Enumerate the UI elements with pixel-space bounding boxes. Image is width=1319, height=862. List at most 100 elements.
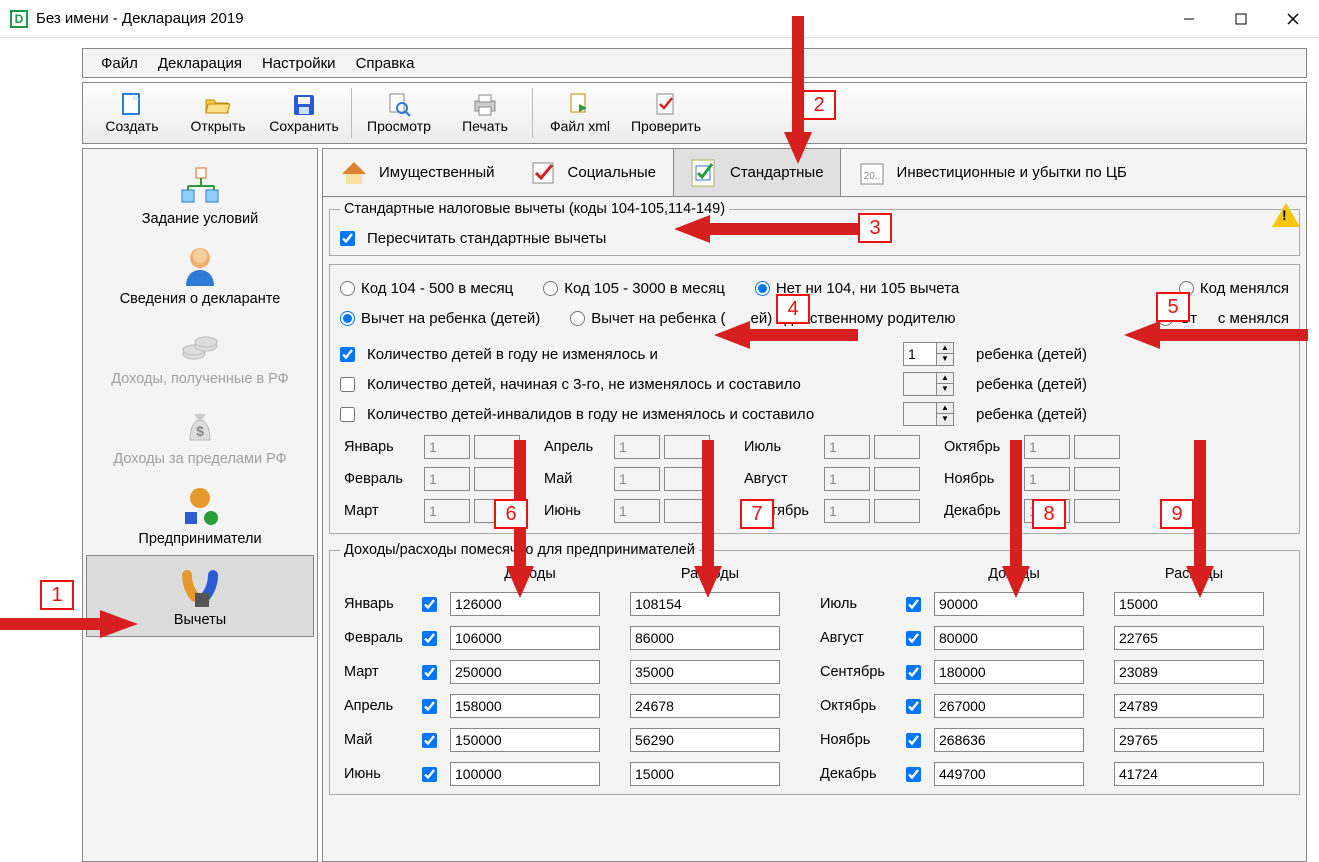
month-aug-in2[interactable]	[874, 467, 920, 491]
month-jan-in2[interactable]	[474, 435, 520, 459]
ie-row-checkbox[interactable]	[422, 597, 437, 612]
month-mar-in2[interactable]	[474, 499, 520, 523]
month-may-in1[interactable]	[614, 467, 660, 491]
ie-row-checkbox[interactable]	[906, 597, 921, 612]
check-button[interactable]: Проверить	[623, 84, 709, 142]
month-dec-in1[interactable]	[1024, 499, 1070, 523]
radio-code104[interactable]	[340, 281, 355, 296]
month-jul-in1[interactable]	[824, 435, 870, 459]
ie-income-input[interactable]	[450, 626, 600, 650]
month-jun-in2[interactable]	[664, 499, 710, 523]
ie-expense-input[interactable]	[1114, 762, 1264, 786]
month-apr-in1[interactable]	[614, 435, 660, 459]
ie-income-input[interactable]	[934, 626, 1084, 650]
children-inv-count-spinner[interactable]: ▲▼	[903, 402, 954, 426]
month-jun-in1[interactable]	[614, 499, 660, 523]
children-count-spinner[interactable]: ▲▼	[903, 342, 954, 366]
tab-social[interactable]: Социальные	[512, 149, 673, 196]
month-oct-in2[interactable]	[1074, 435, 1120, 459]
spinner-down-icon[interactable]: ▼	[937, 384, 953, 395]
spinner-up-icon[interactable]: ▲	[937, 343, 953, 354]
ie-income-input[interactable]	[450, 728, 600, 752]
children-inv-count-checkbox[interactable]	[340, 407, 355, 422]
children-count-checkbox[interactable]	[340, 347, 355, 362]
month-jan-in1[interactable]	[424, 435, 470, 459]
month-mar-in1[interactable]	[424, 499, 470, 523]
tab-standard[interactable]: Стандартные	[673, 149, 841, 196]
save-button[interactable]: Сохранить	[261, 84, 347, 142]
month-nov-in2[interactable]	[1074, 467, 1120, 491]
ie-income-input[interactable]	[934, 728, 1084, 752]
radio-child-single[interactable]	[570, 311, 585, 326]
spinner-down-icon[interactable]: ▼	[937, 414, 953, 425]
ie-expense-input[interactable]	[1114, 728, 1264, 752]
ie-income-input[interactable]	[934, 660, 1084, 684]
ie-expense-input[interactable]	[1114, 660, 1264, 684]
ie-expense-input[interactable]	[630, 660, 780, 684]
radio-status-changed[interactable]	[1158, 311, 1173, 326]
month-nov-in1[interactable]	[1024, 467, 1070, 491]
ie-row-checkbox[interactable]	[906, 631, 921, 646]
ie-income-input[interactable]	[450, 592, 600, 616]
radio-code105[interactable]	[543, 281, 558, 296]
radio-code-changed[interactable]	[1179, 281, 1194, 296]
menu-settings[interactable]: Настройки	[254, 53, 344, 74]
ie-expense-input[interactable]	[630, 694, 780, 718]
ie-expense-input[interactable]	[1114, 626, 1264, 650]
spinner-up-icon[interactable]: ▲	[937, 403, 953, 414]
children3-count-checkbox[interactable]	[340, 377, 355, 392]
ie-row-checkbox[interactable]	[906, 665, 921, 680]
radio-no-104-105[interactable]	[755, 281, 770, 296]
open-button[interactable]: Открыть	[175, 84, 261, 142]
month-oct-in1[interactable]	[1024, 435, 1070, 459]
ie-row-checkbox[interactable]	[906, 767, 921, 782]
maximize-button[interactable]	[1215, 0, 1267, 38]
month-sep-in2[interactable]	[874, 499, 920, 523]
month-feb-in2[interactable]	[474, 467, 520, 491]
close-button[interactable]	[1267, 0, 1319, 38]
month-dec-in2[interactable]	[1074, 499, 1120, 523]
sidebar-item-entrepreneur[interactable]: Предприниматели	[83, 475, 317, 555]
month-may-in2[interactable]	[664, 467, 710, 491]
month-sep-in1[interactable]	[824, 499, 870, 523]
ie-expense-input[interactable]	[1114, 592, 1264, 616]
ie-expense-input[interactable]	[630, 762, 780, 786]
tab-invest[interactable]: 20.. Инвестиционные и убытки по ЦБ	[841, 149, 1144, 196]
month-jul-in2[interactable]	[874, 435, 920, 459]
menu-help[interactable]: Справка	[348, 53, 423, 74]
tab-property[interactable]: Имущественный	[323, 149, 512, 196]
radio-child[interactable]	[340, 311, 355, 326]
print-button[interactable]: Печать	[442, 84, 528, 142]
ie-income-input[interactable]	[934, 762, 1084, 786]
ie-income-input[interactable]	[450, 660, 600, 684]
sidebar-item-income-abroad[interactable]: $ Доходы за пределами РФ	[83, 395, 317, 475]
ie-expense-input[interactable]	[630, 728, 780, 752]
ie-expense-input[interactable]	[630, 592, 780, 616]
menu-file[interactable]: Файл	[93, 53, 146, 74]
month-feb-in1[interactable]	[424, 467, 470, 491]
recalc-checkbox[interactable]	[340, 231, 355, 246]
preview-button[interactable]: Просмотр	[356, 84, 442, 142]
ie-income-input[interactable]	[934, 592, 1084, 616]
sidebar-item-declarant[interactable]: Сведения о декларанте	[83, 235, 317, 315]
ie-row-checkbox[interactable]	[422, 631, 437, 646]
ie-row-checkbox[interactable]	[422, 767, 437, 782]
ie-row-checkbox[interactable]	[422, 699, 437, 714]
children-count-value[interactable]	[903, 342, 937, 366]
ie-row-checkbox[interactable]	[906, 733, 921, 748]
menu-declaration[interactable]: Декларация	[150, 53, 250, 74]
children-inv-count-value[interactable]	[903, 402, 937, 426]
ie-income-input[interactable]	[934, 694, 1084, 718]
minimize-button[interactable]	[1163, 0, 1215, 38]
spinner-down-icon[interactable]: ▼	[937, 354, 953, 365]
ie-income-input[interactable]	[450, 694, 600, 718]
ie-row-checkbox[interactable]	[422, 733, 437, 748]
children3-count-value[interactable]	[903, 372, 937, 396]
children3-count-spinner[interactable]: ▲▼	[903, 372, 954, 396]
month-apr-in2[interactable]	[664, 435, 710, 459]
ie-expense-input[interactable]	[1114, 694, 1264, 718]
month-aug-in1[interactable]	[824, 467, 870, 491]
sidebar-item-income-rf[interactable]: Доходы, полученные в РФ	[83, 315, 317, 395]
ie-row-checkbox[interactable]	[422, 665, 437, 680]
ie-income-input[interactable]	[450, 762, 600, 786]
